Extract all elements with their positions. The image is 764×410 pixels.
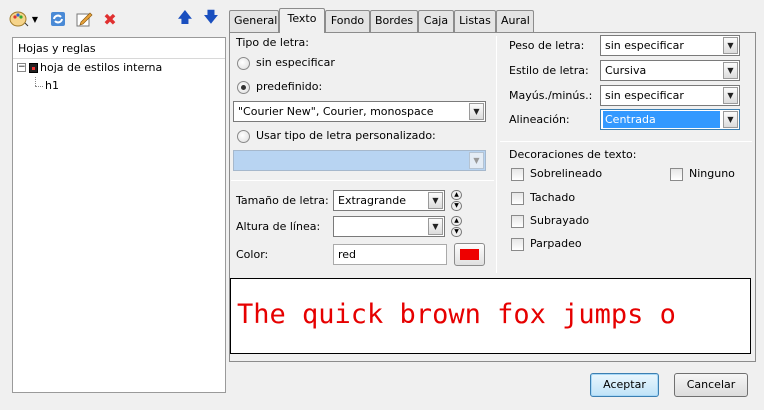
font-weight-value: sin especificar xyxy=(605,39,684,52)
alignment-select[interactable]: Centrada ▼ xyxy=(600,109,740,130)
stylesheet-icon xyxy=(29,63,38,73)
chevron-down-icon[interactable]: ▼ xyxy=(469,152,484,169)
font-size-spinner[interactable]: ▲ ▼ xyxy=(451,190,462,211)
font-weight-label: Peso de letra: xyxy=(509,39,585,52)
preview-panel: The quick brown fox jumps o xyxy=(230,278,751,354)
chevron-down-icon[interactable]: ▼ xyxy=(723,37,738,54)
cancel-button[interactable]: Cancelar xyxy=(674,373,748,397)
line-height-select[interactable]: ▼ xyxy=(333,216,445,237)
tree-header: Hojas y reglas xyxy=(13,38,225,59)
spin-down-icon[interactable]: ▼ xyxy=(451,201,462,211)
alignment-label: Alineación: xyxy=(509,113,570,126)
color-swatch xyxy=(460,249,479,260)
chevron-down-icon[interactable]: ▼ xyxy=(723,62,738,79)
font-unspecified-label: sin especificar xyxy=(256,56,335,69)
alignment-value: Centrada xyxy=(603,111,720,128)
line-height-spinner[interactable]: ▲ ▼ xyxy=(451,216,462,237)
chevron-down-icon[interactable]: ▼ xyxy=(469,103,484,120)
color-label: Color: xyxy=(236,248,269,261)
font-size-select[interactable]: Extragrande ▼ xyxy=(333,190,445,211)
spin-down-icon[interactable]: ▼ xyxy=(451,227,462,237)
delete-icon[interactable]: ✖ xyxy=(99,8,121,30)
tab-aural[interactable]: Aural xyxy=(496,10,534,32)
tab-fondo[interactable]: Fondo xyxy=(325,10,370,32)
refresh-icon[interactable] xyxy=(47,8,69,30)
none-checkbox[interactable] xyxy=(670,168,683,181)
color-picker-button[interactable] xyxy=(454,243,485,266)
decorations-title: Decoraciones de texto: xyxy=(509,148,637,161)
font-predefined-value: "Courier New", Courier, monospace xyxy=(238,105,434,118)
font-unspecified-radio[interactable] xyxy=(237,57,250,70)
blink-label: Parpadeo xyxy=(530,237,582,250)
chevron-down-icon[interactable]: ▼ xyxy=(428,218,443,235)
underline-checkbox[interactable] xyxy=(511,215,524,228)
font-style-select[interactable]: Cursiva ▼ xyxy=(600,60,740,81)
preview-text: The quick brown fox jumps o xyxy=(237,299,676,330)
palette-menu-icon[interactable] xyxy=(8,8,30,30)
chevron-down-icon[interactable]: ▼ xyxy=(428,192,443,209)
underline-label: Subrayado xyxy=(530,214,590,227)
none-label: Ninguno xyxy=(689,167,735,180)
divider xyxy=(500,141,752,142)
line-height-label: Altura de línea: xyxy=(236,220,321,233)
collapse-icon[interactable]: − xyxy=(17,63,26,72)
tree-connector xyxy=(35,77,36,86)
divider xyxy=(231,180,494,181)
divider xyxy=(496,36,497,273)
blink-checkbox[interactable] xyxy=(511,238,524,251)
move-down-icon[interactable]: 🡇 xyxy=(200,8,222,30)
font-section-label: Tipo de letra: xyxy=(236,36,309,49)
text-case-label: Mayús./minús.: xyxy=(509,89,593,102)
font-style-value: Cursiva xyxy=(605,64,647,77)
font-custom-radio[interactable] xyxy=(237,130,250,143)
chevron-down-icon[interactable]: ▼ xyxy=(723,111,738,128)
strikethrough-label: Tachado xyxy=(530,191,576,204)
font-size-label: Tamaño de letra: xyxy=(236,194,329,207)
tab-listas[interactable]: Listas xyxy=(454,10,496,32)
font-custom-select[interactable]: ▼ xyxy=(233,150,486,171)
font-predefined-label: predefinido: xyxy=(256,80,323,93)
chevron-down-icon[interactable]: ▼ xyxy=(723,87,738,104)
overline-label: Sobrelineado xyxy=(530,167,603,180)
ok-button[interactable]: Aceptar xyxy=(590,373,659,397)
font-style-label: Estilo de letra: xyxy=(509,64,589,77)
tab-bordes[interactable]: Bordes xyxy=(370,10,418,32)
spin-up-icon[interactable]: ▲ xyxy=(451,190,462,200)
text-case-select[interactable]: sin especificar ▼ xyxy=(600,85,740,106)
tab-caja[interactable]: Caja xyxy=(418,10,454,32)
chevron-down-icon[interactable]: ▼ xyxy=(29,8,41,30)
font-predefined-radio[interactable] xyxy=(237,81,250,94)
tree-connector-h xyxy=(35,86,43,87)
tab-general[interactable]: General xyxy=(229,10,279,32)
font-predefined-select[interactable]: "Courier New", Courier, monospace ▼ xyxy=(233,101,486,122)
tree-root-label: hoja de estilos interna xyxy=(40,61,163,74)
spin-up-icon[interactable]: ▲ xyxy=(451,216,462,226)
tab-texto[interactable]: Texto xyxy=(279,8,325,33)
overline-checkbox[interactable] xyxy=(511,168,524,181)
strikethrough-checkbox[interactable] xyxy=(511,192,524,205)
tree-row-root[interactable]: − hoja de estilos interna xyxy=(13,59,225,77)
text-case-value: sin especificar xyxy=(605,89,684,102)
rules-tree[interactable]: Hojas y reglas − hoja de estilos interna… xyxy=(12,37,226,393)
font-size-value: Extragrande xyxy=(338,194,407,207)
font-weight-select[interactable]: sin especificar ▼ xyxy=(600,35,740,56)
color-input[interactable]: red xyxy=(333,244,447,265)
tree-child-label: h1 xyxy=(45,79,59,92)
font-custom-label: Usar tipo de letra personalizado: xyxy=(256,129,436,142)
edit-icon[interactable] xyxy=(73,8,95,30)
tree-row-h1[interactable]: h1 xyxy=(13,77,225,95)
move-up-icon[interactable]: 🡅 xyxy=(174,8,196,30)
